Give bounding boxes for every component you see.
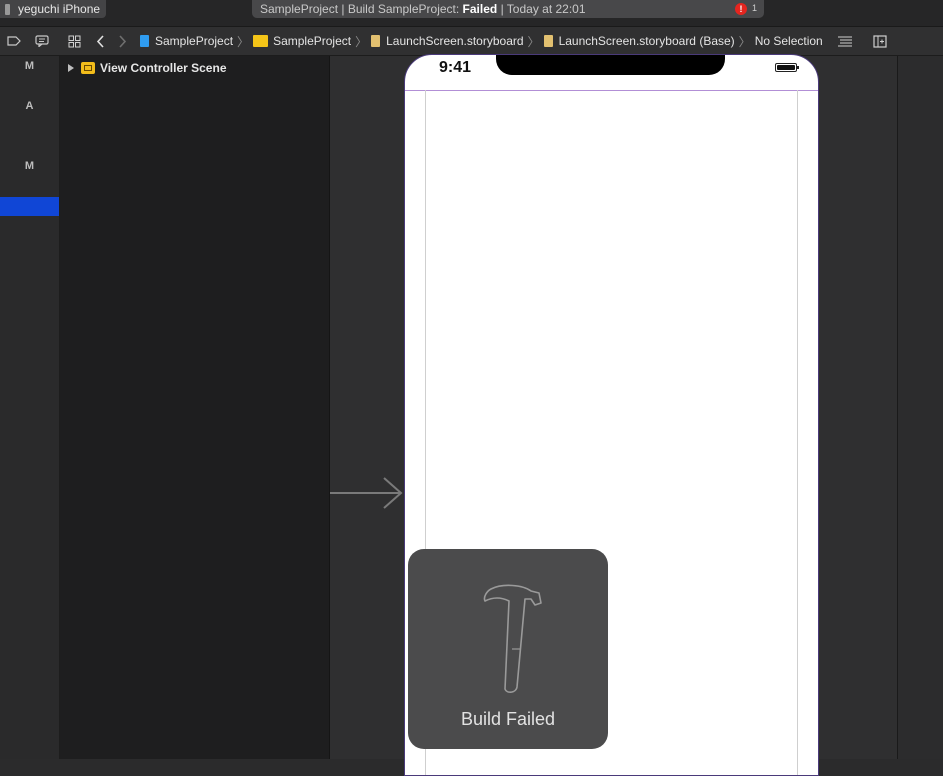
crumb-project-label: SampleProject <box>155 34 234 48</box>
source-control-status: A <box>25 100 34 112</box>
inspector-strip <box>897 56 943 759</box>
selected-navigator-row[interactable] <box>0 197 59 216</box>
breadcrumb: SampleProject 〉 SampleProject 〉 LaunchSc… <box>140 27 823 55</box>
storyboard-file-icon <box>371 35 381 47</box>
status-result: Failed <box>462 2 498 16</box>
grid-icon[interactable] <box>64 27 84 55</box>
crumb-selection-label: No Selection <box>754 34 823 48</box>
activity-status[interactable]: SampleProject | Build SampleProject: Fai… <box>252 0 764 18</box>
status-prefix: SampleProject | Build SampleProject: <box>260 2 463 16</box>
iphone-icon <box>5 3 10 15</box>
status-message: SampleProject | Build SampleProject: Fai… <box>260 2 586 16</box>
crumb-project[interactable]: SampleProject <box>140 34 233 48</box>
device-name: yeguchi iPhone <box>18 2 101 16</box>
device-notch <box>496 55 725 75</box>
back-icon[interactable] <box>92 27 108 55</box>
navigator-strip: M A M <box>0 56 60 759</box>
folder-icon <box>253 35 269 47</box>
related-items-icon[interactable] <box>4 27 24 55</box>
error-icon[interactable]: ! <box>735 3 747 15</box>
layout-margin-guide <box>797 90 798 775</box>
error-count: 1 <box>752 3 758 13</box>
activity-bar: yeguchi iPhone SampleProject | Build Sam… <box>0 0 943 27</box>
status-suffix: | Today at 22:01 <box>497 2 586 16</box>
source-control-status: M <box>24 160 35 172</box>
safe-area-guide <box>405 90 818 91</box>
status-bar-time: 9:41 <box>439 59 472 76</box>
scheme-selector[interactable]: yeguchi iPhone <box>0 0 106 18</box>
hud-label: Build Failed <box>460 709 556 729</box>
add-editor-icon[interactable] <box>870 27 890 55</box>
chevron-right-icon: 〉 <box>527 34 540 49</box>
project-file-icon <box>140 35 149 47</box>
outline-item-view-controller-scene[interactable]: View Controller Scene <box>68 61 227 75</box>
battery-icon <box>775 63 799 72</box>
document-outline: View Controller Scene <box>60 56 330 759</box>
outline-item-label: View Controller Scene <box>100 61 227 75</box>
crumb-selection[interactable]: No Selection <box>755 34 823 48</box>
crumb-storyboard-base-label: LaunchScreen.storyboard (Base) <box>558 34 735 48</box>
crumb-storyboard-label: LaunchScreen.storyboard <box>386 34 524 48</box>
chevron-right-icon: 〉 <box>738 34 751 49</box>
editor-options-icon[interactable] <box>834 27 856 55</box>
crumb-folder-label: SampleProject <box>273 34 352 48</box>
storyboard-file-icon <box>543 35 553 47</box>
chevron-right-icon: 〉 <box>237 34 250 49</box>
jump-bar: SampleProject 〉 SampleProject 〉 LaunchSc… <box>0 27 943 56</box>
crumb-storyboard-base[interactable]: LaunchScreen.storyboard (Base) <box>543 34 735 48</box>
entry-point-arrow-icon[interactable] <box>330 474 404 514</box>
crumb-storyboard[interactable]: LaunchScreen.storyboard <box>371 34 524 48</box>
comment-icon[interactable] <box>32 27 52 55</box>
disclosure-triangle-icon[interactable] <box>68 64 74 72</box>
forward-icon[interactable] <box>114 27 130 55</box>
hammer-icon <box>483 584 542 693</box>
crumb-folder[interactable]: SampleProject <box>253 34 351 48</box>
source-control-status: M <box>24 60 35 72</box>
view-controller-icon <box>81 62 95 74</box>
chevron-right-icon: 〉 <box>355 34 368 49</box>
build-failed-hud: Build Failed <box>408 549 608 749</box>
